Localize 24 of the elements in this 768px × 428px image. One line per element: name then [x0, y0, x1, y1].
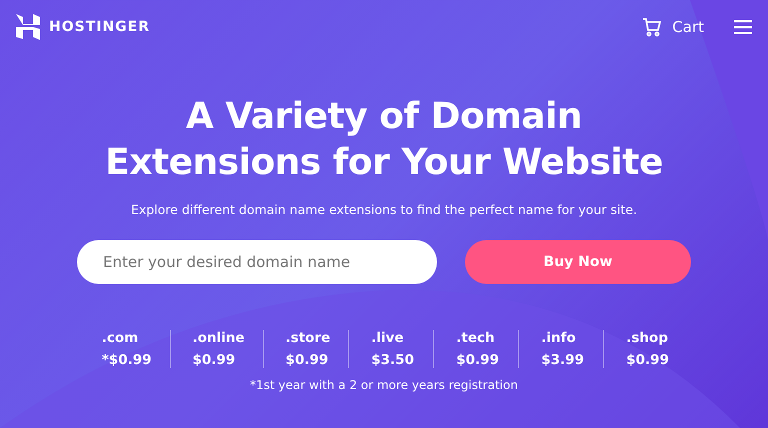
domain-input-field[interactable]: Enter your desired domain name: [77, 240, 437, 284]
logo-icon: [16, 14, 40, 40]
extension-price: $3.99: [541, 352, 585, 368]
hero-subtitle: Explore different domain name extensions to find the perfect name for your site.: [130, 202, 638, 217]
extension-name: .tech: [456, 330, 496, 346]
extension-price: $0.99: [626, 352, 670, 368]
hero-title: A Variety of Domain Extensions for Your Website: [105, 95, 663, 185]
menu-icon[interactable]: [734, 20, 752, 34]
extension-price: $0.99: [192, 352, 236, 368]
buy-now-button[interactable]: Buy Now: [465, 240, 691, 284]
extension-price: $3.50: [371, 352, 415, 368]
extension-name: .info: [541, 330, 577, 346]
extension-price: $0.99: [286, 352, 330, 368]
extension-name: .store: [286, 330, 330, 346]
extension-name: .com: [102, 330, 140, 346]
extension-name: .shop: [626, 330, 669, 346]
extension-price: $0.99: [456, 352, 500, 368]
extension-price: *$0.99: [102, 352, 152, 368]
cart-icon: [642, 18, 662, 36]
extension-name: .online: [192, 330, 245, 346]
extension-name: .live: [371, 330, 405, 346]
logo-text: HOSTINGER: [49, 19, 150, 35]
footnote: *1st year with a 2 or more years registration: [250, 378, 518, 392]
cart-link[interactable]: Cart: [642, 18, 704, 36]
